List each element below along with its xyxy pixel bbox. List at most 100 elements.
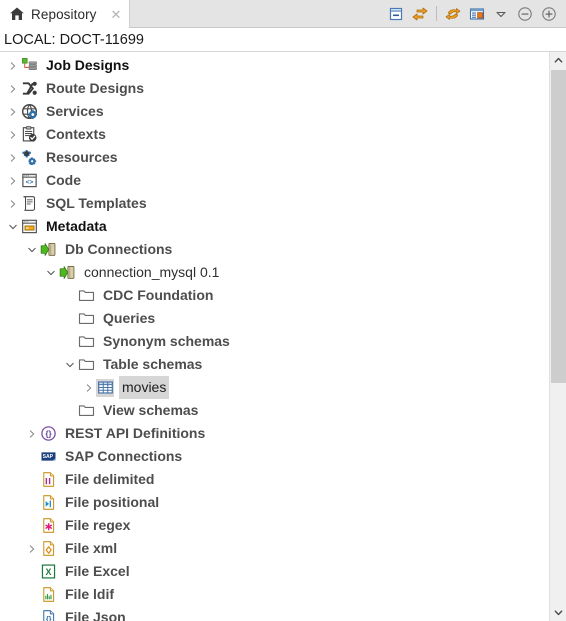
tree-item-rest-api-definitions[interactable]: {} REST API Definitions <box>0 422 549 445</box>
view-menu-icon[interactable] <box>489 2 513 26</box>
tree-item-metadata[interactable]: Metadata <box>0 215 549 238</box>
tree-item-label: File delimited <box>65 471 155 487</box>
tree-item-table-schemas[interactable]: Table schemas <box>0 353 549 376</box>
file-ldif-icon <box>39 586 57 604</box>
maximize-icon[interactable] <box>537 2 561 26</box>
tree-item-file-regex[interactable]: File regex <box>0 514 549 537</box>
contexts-icon <box>20 126 38 144</box>
tree-item-sql-templates[interactable]: SQL Templates <box>0 192 549 215</box>
tree-item-file-json[interactable]: {} File Json <box>0 606 549 621</box>
folder-icon <box>77 402 95 420</box>
code-icon: <> <box>20 172 38 190</box>
tree-item-label: File regex <box>65 517 131 533</box>
chevron-right-icon[interactable] <box>24 537 39 560</box>
tree-item-contexts[interactable]: Contexts <box>0 123 549 146</box>
chevron-down-icon[interactable] <box>5 215 20 238</box>
chevron-down-icon[interactable] <box>62 353 77 376</box>
tree-item-code[interactable]: <> Code <box>0 169 549 192</box>
job-designs-icon <box>20 57 38 75</box>
tree-item-label: Metadata <box>46 218 107 234</box>
resources-icon <box>20 149 38 167</box>
tree-item-file-ldif[interactable]: File ldif <box>0 583 549 606</box>
tree-item-label: File Json <box>65 609 126 621</box>
tree-item-file-xml[interactable]: File xml <box>0 537 549 560</box>
chevron-right-icon[interactable] <box>5 123 20 146</box>
tree-item-synonym-schemas[interactable]: Synonym schemas <box>0 330 549 353</box>
tree-item-label: movies <box>119 376 170 399</box>
tree-item-view-schemas[interactable]: View schemas <box>0 399 549 422</box>
tab-label: Repository <box>31 6 97 22</box>
tree-item-file-delimited[interactable]: File delimited <box>0 468 549 491</box>
tree-item-label: SAP Connections <box>65 448 183 464</box>
chevron-right-icon[interactable] <box>5 77 20 100</box>
file-xml-icon <box>39 540 57 558</box>
tree-item-connection-mysql-0-1[interactable]: connection_mysql 0.1 <box>0 261 549 284</box>
tree-item-queries[interactable]: Queries <box>0 307 549 330</box>
tree-item-label: Queries <box>103 310 156 326</box>
refresh-icon[interactable] <box>441 2 465 26</box>
chevron-right-icon[interactable] <box>5 100 20 123</box>
tree-item-label: SQL Templates <box>46 195 147 211</box>
scrollbar-thumb[interactable] <box>551 70 566 383</box>
file-json-icon: {} <box>39 609 57 621</box>
tree-item-sap-connections[interactable]: SAP SAP Connections <box>0 445 549 468</box>
rest-api-icon: {} <box>39 425 57 443</box>
tree-item-label: Db Connections <box>65 241 173 257</box>
tree-item-db-connections[interactable]: Db Connections <box>0 238 549 261</box>
tree-item-movies[interactable]: movies <box>0 376 549 399</box>
svg-text:<>: <> <box>25 179 33 186</box>
link-with-editor-icon[interactable] <box>408 2 432 26</box>
tree-item-resources[interactable]: Resources <box>0 146 549 169</box>
tab-bar: Repository ✕ <box>0 0 566 28</box>
tree-item-services[interactable]: Services <box>0 100 549 123</box>
tree-item-label: Table schemas <box>103 356 203 372</box>
chevron-right-icon[interactable] <box>5 192 20 215</box>
chevron-right-icon[interactable] <box>5 169 20 192</box>
chevron-down-icon[interactable] <box>43 261 58 284</box>
svg-text:{}: {} <box>45 430 52 439</box>
tree-item-label: File ldif <box>65 586 114 602</box>
db-connection-icon <box>58 264 76 282</box>
services-icon <box>20 103 38 121</box>
chevron-down-icon[interactable] <box>24 238 39 261</box>
chevron-right-icon[interactable] <box>24 422 39 445</box>
tree-item-file-excel[interactable]: X File Excel <box>0 560 549 583</box>
chevron-right-icon[interactable] <box>5 146 20 169</box>
tree-item-label: Code <box>46 172 81 188</box>
repository-tree[interactable]: Job Designs Route Designs Services Conte… <box>0 52 549 621</box>
tree-item-file-positional[interactable]: File positional <box>0 491 549 514</box>
svg-text:SAP: SAP <box>42 454 53 460</box>
tab-repository[interactable]: Repository ✕ <box>0 0 131 28</box>
collapse-all-icon[interactable] <box>384 2 408 26</box>
tree-item-label: connection_mysql 0.1 <box>84 264 220 280</box>
tree-item-job-designs[interactable]: Job Designs <box>0 54 549 77</box>
vertical-scrollbar[interactable] <box>549 52 566 621</box>
sap-icon: SAP <box>39 448 57 466</box>
tree-item-label: File xml <box>65 540 118 556</box>
tree-item-label: Services <box>46 103 104 119</box>
minimize-icon[interactable] <box>513 2 537 26</box>
tree-item-label: View schemas <box>103 402 199 418</box>
table-schema-icon <box>96 378 114 397</box>
home-icon <box>9 6 25 22</box>
tree-item-label: Synonym schemas <box>103 333 230 349</box>
chevron-right-icon[interactable] <box>5 54 20 77</box>
view-toolbar <box>384 0 566 27</box>
scroll-up-icon[interactable] <box>550 52 566 69</box>
scroll-down-icon[interactable] <box>550 604 566 621</box>
filter-view-icon[interactable] <box>465 2 489 26</box>
repository-location-bar: LOCAL: DOCT-11699 <box>0 28 566 52</box>
repository-location-label: LOCAL: DOCT-11699 <box>4 31 144 48</box>
tree-item-label: Contexts <box>46 126 106 142</box>
tree-item-cdc-foundation[interactable]: CDC Foundation <box>0 284 549 307</box>
close-icon[interactable]: ✕ <box>111 8 122 21</box>
tree-item-route-designs[interactable]: Route Designs <box>0 77 549 100</box>
tree-item-label: CDC Foundation <box>103 287 214 303</box>
chevron-right-icon[interactable] <box>81 376 96 399</box>
folder-icon <box>77 356 95 374</box>
